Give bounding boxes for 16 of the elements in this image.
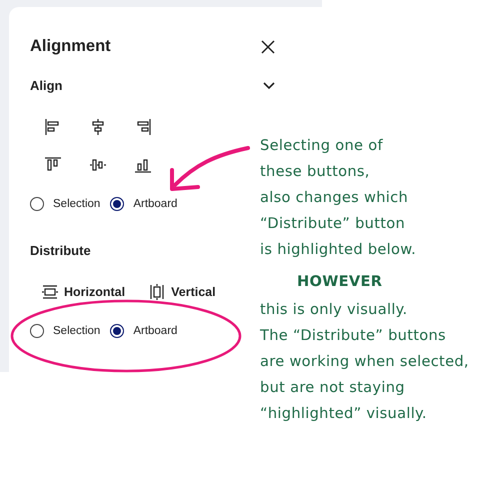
section-heading: Align	[30, 78, 62, 93]
chevron-icon[interactable]	[263, 82, 275, 90]
close-icon[interactable]	[261, 40, 275, 54]
annotation-text: Selecting one of these buttons, also changes which “Distribute” button is highlighted below.	[260, 136, 418, 260]
radio-option[interactable]: Artboard	[110, 197, 178, 211]
annotation-heading: HOWEVER	[297, 272, 384, 292]
radio-option[interactable]: Selection	[30, 197, 100, 211]
radio-option[interactable]: Selection	[30, 324, 100, 338]
distribute-button[interactable]: Horizontal	[42, 280, 126, 304]
distribute-vertical-icon	[149, 284, 166, 300]
panel-title: Alignment	[30, 37, 111, 56]
radio-option[interactable]: Artboard	[110, 324, 178, 338]
distribute-horizontal-icon	[42, 284, 58, 300]
annotation-text: this is only visually. The “Distribute” buttons are working when selected, but are not staying “highlighted” visually.	[260, 300, 470, 424]
distribute-button[interactable]: Vertical	[149, 280, 216, 304]
section-heading: Distribute	[30, 243, 91, 258]
